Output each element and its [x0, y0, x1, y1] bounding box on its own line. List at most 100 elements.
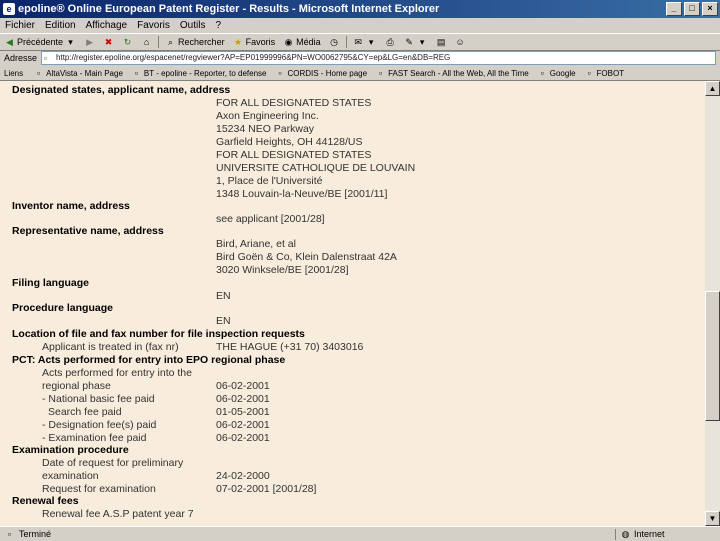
media-label: Média: [296, 37, 321, 47]
messenger-button[interactable]: ☺: [451, 37, 470, 48]
pct-label: - Designation fee(s) paid: [42, 419, 157, 431]
link-item[interactable]: ▫ FAST Search - All the Web, All the Time: [371, 68, 533, 79]
edit-button[interactable]: ✎ ▾: [400, 37, 432, 48]
status-text: Terminé: [19, 529, 52, 539]
security-zone: ◍ Internet: [615, 528, 720, 540]
search-label: Rechercher: [178, 37, 225, 47]
search-icon: ⌕: [168, 36, 174, 47]
link-page-icon: ▫: [587, 67, 591, 78]
scroll-up-button[interactable]: ▲: [705, 81, 720, 96]
examination-label: examination: [42, 470, 99, 482]
designated-line: FOR ALL DESIGNATED STATES: [216, 97, 372, 109]
filing-language-heading: Filing language: [12, 277, 90, 289]
vertical-scrollbar[interactable]: ▲ ▼: [705, 81, 720, 526]
mail-icon: ✉: [354, 36, 362, 47]
maximize-button[interactable]: □: [684, 2, 700, 16]
menu-view[interactable]: Affichage: [81, 20, 133, 31]
stop-button[interactable]: ✖: [99, 37, 118, 48]
representative-line: Bird, Ariane, et al: [216, 238, 296, 250]
status-bar: ▫ Terminé ◍ Internet: [0, 526, 720, 541]
address-input[interactable]: ▫ http://register.epoline.org/espacenet/…: [41, 50, 716, 65]
favorites-label: Favoris: [245, 37, 276, 47]
pct-label: - Examination fee paid: [42, 432, 147, 444]
refresh-icon: ↻: [123, 36, 132, 47]
home-icon: ⌂: [143, 36, 150, 47]
pct-value: 06-02-2001: [216, 393, 270, 405]
link-label: CORDIS - Home page: [287, 68, 368, 78]
messenger-icon: ☺: [455, 36, 465, 47]
link-item[interactable]: ▫ CORDIS - Home page: [271, 68, 372, 79]
discuss-button[interactable]: ▤: [432, 37, 451, 48]
pct-value: 06-02-2001: [216, 432, 270, 444]
examination-value: 24-02-2000: [216, 470, 270, 482]
pct-label: regional phase: [42, 380, 111, 392]
scroll-thumb[interactable]: [705, 291, 720, 421]
page-icon: ▫: [44, 53, 47, 63]
designated-line: Garfield Heights, OH 44128/US: [216, 136, 363, 148]
link-label: BT - epoline - Reporter, to defense: [143, 68, 267, 78]
designated-line: 1348 Louvain-la-Neuve/BE [2001/11]: [216, 188, 388, 200]
favorites-button[interactable]: ★ Favoris: [229, 37, 280, 48]
globe-icon: ◍: [621, 528, 630, 539]
designated-line: FOR ALL DESIGNATED STATES: [216, 149, 372, 161]
link-label: FOBOT: [596, 68, 625, 78]
menu-edit[interactable]: Edition: [40, 20, 81, 31]
location-heading: Location of file and fax number for file…: [12, 328, 305, 340]
address-label: Adresse: [4, 52, 38, 63]
minimize-button[interactable]: _: [666, 2, 682, 16]
inventor-line: see applicant [2001/28]: [216, 213, 325, 225]
back-button[interactable]: ◀ Précédente ▾: [0, 37, 80, 48]
renewal-heading: Renewal fees: [12, 495, 79, 507]
search-button[interactable]: ⌕ Rechercher: [161, 37, 229, 48]
procedure-language-value: EN: [216, 315, 231, 327]
link-page-icon: ▫: [134, 67, 138, 78]
link-label: Google: [549, 68, 576, 78]
menu-help[interactable]: ?: [210, 20, 226, 31]
designated-line: 1, Place de l'Université: [216, 175, 323, 187]
window-title: epoline® Online European Patent Register…: [18, 3, 440, 15]
zone-label: Internet: [634, 529, 665, 539]
print-button[interactable]: ⎙: [381, 37, 400, 48]
filing-language-value: EN: [216, 290, 231, 302]
close-button[interactable]: ×: [702, 2, 718, 16]
home-button[interactable]: ⌂: [137, 37, 156, 48]
mail-button[interactable]: ✉ ▾: [349, 37, 381, 48]
pct-value: 01-05-2001: [216, 406, 270, 418]
address-url: http://register.epoline.org/espacenet/re…: [56, 52, 451, 62]
scroll-down-button[interactable]: ▼: [705, 511, 720, 526]
menu-favorites[interactable]: Favoris: [132, 20, 175, 31]
star-icon: ★: [234, 36, 243, 47]
page-done-icon: ▫: [7, 528, 12, 539]
link-page-icon: ▫: [278, 67, 282, 78]
pct-value: 06-02-2001: [216, 419, 270, 431]
media-button[interactable]: ◉ Média: [279, 37, 325, 48]
links-bar: Liens ▫ AltaVista - Main Page ▫ BT - epoli…: [0, 66, 720, 81]
history-button[interactable]: ◷: [325, 37, 344, 48]
link-item[interactable]: ▫ BT - epoline - Reporter, to defense: [127, 68, 271, 79]
link-page-icon: ▫: [37, 67, 41, 78]
link-page-icon: ▫: [540, 67, 544, 78]
history-icon: ◷: [330, 36, 339, 47]
media-icon: ◉: [284, 36, 293, 47]
refresh-button[interactable]: ↻: [118, 37, 137, 48]
location-label: Applicant is treated in (fax nr): [42, 341, 179, 353]
link-item[interactable]: ▫ Google: [533, 68, 580, 79]
toolbar: ◀ Précédente ▾ ▶ ✖ ↻ ⌂ ⌕ Rechercher ★ Fa…: [0, 33, 720, 51]
forward-button[interactable]: ▶: [80, 37, 99, 48]
pct-label: Search fee paid: [48, 406, 122, 418]
designated-heading: Designated states, applicant name, addre…: [12, 84, 231, 96]
menu-tools[interactable]: Outils: [175, 20, 211, 31]
menu-file[interactable]: Fichier: [0, 20, 40, 31]
link-item[interactable]: ▫ FOBOT: [580, 68, 629, 79]
toolbar-separator: [345, 36, 347, 48]
toolbar-separator: [158, 36, 160, 48]
discuss-icon: ▤: [436, 36, 446, 47]
representative-heading: Representative name, address: [12, 225, 164, 237]
link-page-icon: ▫: [378, 67, 383, 78]
print-icon: ⎙: [386, 36, 394, 47]
link-item[interactable]: ▫ AltaVista - Main Page: [29, 68, 127, 79]
page-content: Designated states, applicant name, addre…: [0, 81, 705, 526]
pct-label: - National basic fee paid: [42, 393, 155, 405]
representative-line: 3020 Winksele/BE [2001/28]: [216, 264, 349, 276]
representative-line: Bird Goën & Co, Klein Dalenstraat 42A: [216, 251, 397, 263]
